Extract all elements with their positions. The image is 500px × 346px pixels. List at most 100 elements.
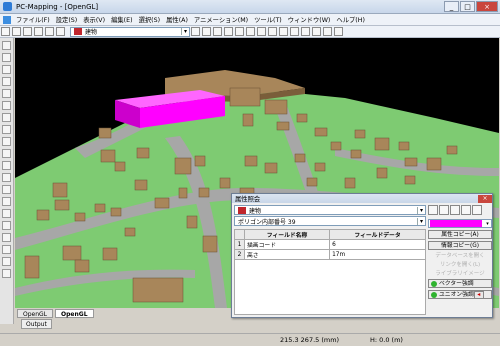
tab-opengl-2[interactable]: OpenGL — [55, 308, 94, 318]
open-folder-icon[interactable] — [12, 27, 21, 36]
polygon-tool-icon[interactable] — [2, 77, 11, 86]
library-image-button[interactable]: ライブラリイメージ — [428, 269, 492, 277]
menu-edit[interactable]: 編集(E) — [108, 15, 136, 24]
menu-bar: ファイル(F) 設定(S) 表示(V) 編集(E) 選択(S) 属性(A) アニ… — [0, 14, 500, 26]
vertex-tool-icon[interactable] — [2, 209, 11, 218]
zoom-in-icon[interactable] — [202, 27, 211, 36]
copy-icon[interactable] — [191, 27, 200, 36]
dialog-polygon-select[interactable]: ポリゴン内部番号 39 ▾ — [234, 216, 426, 226]
info-copy-button[interactable]: 情報コピー(G) — [428, 241, 492, 250]
table-empty-area — [234, 260, 426, 315]
table-row-index: 1 — [234, 239, 245, 250]
back-arrow-icon[interactable]: ◂ — [473, 290, 484, 299]
new-file-icon[interactable] — [1, 27, 10, 36]
menu-attribute[interactable]: 属性(A) — [163, 15, 191, 24]
layer-settings-icon[interactable] — [56, 27, 65, 36]
dialog-action-panel: ▾ 属性コピー(A) 情報コピー(G) データベースを開く リンクを開く(L) … — [428, 219, 492, 299]
attribute-tool-icon[interactable] — [2, 269, 11, 278]
help-icon[interactable] — [334, 27, 343, 36]
menu-view[interactable]: 表示(V) — [80, 15, 108, 24]
menu-file[interactable]: ファイル(F) — [13, 15, 53, 24]
table-row[interactable]: 1 描画コード 6 — [234, 239, 426, 250]
offset-tool-icon[interactable] — [2, 221, 11, 230]
minimize-button[interactable]: _ — [444, 1, 459, 12]
tab-output[interactable]: Output — [21, 319, 52, 329]
line-tool-icon[interactable] — [2, 65, 11, 74]
document-icon[interactable] — [3, 15, 11, 24]
trim-tool-icon[interactable] — [2, 233, 11, 242]
rotate-tool-icon[interactable] — [2, 137, 11, 146]
scale-tool-icon[interactable] — [2, 149, 11, 158]
layer-color-swatch — [74, 28, 82, 35]
attribute-copy-button[interactable]: 属性コピー(A) — [428, 230, 492, 239]
print-icon[interactable] — [34, 27, 43, 36]
snap-tool-icon[interactable] — [2, 197, 11, 206]
tab-opengl-1[interactable]: OpenGL — [17, 308, 54, 318]
table-cell-field-data[interactable]: 6 — [329, 239, 426, 250]
menu-settings[interactable]: 設定(S) — [53, 15, 81, 24]
dialog-title-bar: 属性照会 × — [232, 194, 492, 203]
move-tool-icon[interactable] — [2, 125, 11, 134]
union-emphasis-button[interactable]: ユニオン強調 ◂ — [428, 290, 492, 299]
layers-icon[interactable] — [290, 27, 299, 36]
open-link-button[interactable]: リンクを開く(L) — [428, 260, 492, 268]
menu-window[interactable]: ウィンドウ(W) — [285, 15, 334, 24]
close-button[interactable]: × — [476, 1, 498, 12]
select-tool-icon[interactable] — [2, 41, 11, 50]
layer-select[interactable]: 建物 ▾ — [70, 26, 190, 37]
merge-tool-icon[interactable] — [2, 173, 11, 182]
search-icon[interactable] — [268, 27, 277, 36]
table-cell-field-data[interactable]: 17m — [329, 249, 426, 260]
rect-tool-icon[interactable] — [2, 89, 11, 98]
text-tool-icon[interactable] — [2, 113, 11, 122]
grid-icon[interactable] — [246, 27, 255, 36]
layer-tool-icon[interactable] — [45, 27, 54, 36]
app-window: PC-Mapping - [OpenGL] _ □ × ファイル(F) 設定(S… — [0, 0, 500, 346]
delete-tool-icon[interactable] — [2, 185, 11, 194]
zoom-out-icon[interactable] — [213, 27, 222, 36]
refresh-icon[interactable] — [279, 27, 288, 36]
extend-tool-icon[interactable] — [2, 245, 11, 254]
vector-emphasis-button[interactable]: ベクター強調 — [428, 279, 492, 288]
table-header-field-name: フィールド名称 — [243, 229, 331, 240]
chevron-down-icon: ▾ — [417, 206, 425, 214]
highlight-color-select[interactable]: ▾ — [428, 219, 492, 228]
table-row[interactable]: 2 高さ 17m — [234, 249, 426, 260]
window-title: PC-Mapping - [OpenGL] — [16, 2, 99, 11]
save-icon[interactable] — [23, 27, 32, 36]
dialog-layer-select[interactable]: 建物 ▾ — [234, 205, 426, 215]
layer-select-value: 建物 — [85, 29, 98, 36]
camera-icon[interactable] — [323, 27, 332, 36]
menu-tools[interactable]: ツール(T) — [251, 15, 285, 24]
tool-palette — [0, 38, 14, 324]
measure-icon[interactable] — [257, 27, 266, 36]
table-view-icon[interactable] — [428, 205, 438, 215]
vector-emphasis-label: ベクター強調 — [439, 280, 474, 287]
attribute-dialog: 属性照会 × 建物 ▾ ポリゴン内部番号 39 ▾ フィールド名称 フィールドデ… — [231, 193, 493, 318]
circle-tool-icon[interactable] — [2, 101, 11, 110]
dialog-close-button[interactable]: × — [478, 194, 492, 203]
settings-icon[interactable] — [472, 205, 482, 215]
point-tool-icon[interactable] — [2, 53, 11, 62]
menu-help[interactable]: ヘルプ(H) — [333, 15, 368, 24]
attribute-table: フィールド名称 フィールドデータ 1 描画コード 6 2 高さ 17m — [234, 229, 426, 260]
table-cell-field-name: 描画コード — [243, 239, 331, 250]
label-tool-icon[interactable] — [2, 257, 11, 266]
split-tool-icon[interactable] — [2, 161, 11, 170]
green-status-icon — [431, 291, 437, 298]
rotate-icon[interactable] — [235, 27, 244, 36]
pan-icon[interactable] — [224, 27, 233, 36]
table-header-field-data: フィールドデータ — [329, 229, 426, 240]
layer-color-swatch — [238, 206, 246, 214]
map-icon[interactable] — [450, 205, 460, 215]
chevron-down-icon: ▾ — [417, 217, 425, 225]
menu-select[interactable]: 選択(S) — [136, 15, 164, 24]
picture-icon[interactable] — [461, 205, 471, 215]
menu-animation[interactable]: アニメーション(M) — [191, 15, 251, 24]
open-database-button[interactable]: データベースを開く — [428, 251, 492, 259]
maximize-button[interactable]: □ — [460, 1, 475, 12]
chart-icon[interactable] — [312, 27, 321, 36]
table-icon[interactable] — [301, 27, 310, 36]
edit-icon[interactable] — [439, 205, 449, 215]
dialog-polygon-value: ポリゴン内部番号 39 — [238, 218, 296, 226]
